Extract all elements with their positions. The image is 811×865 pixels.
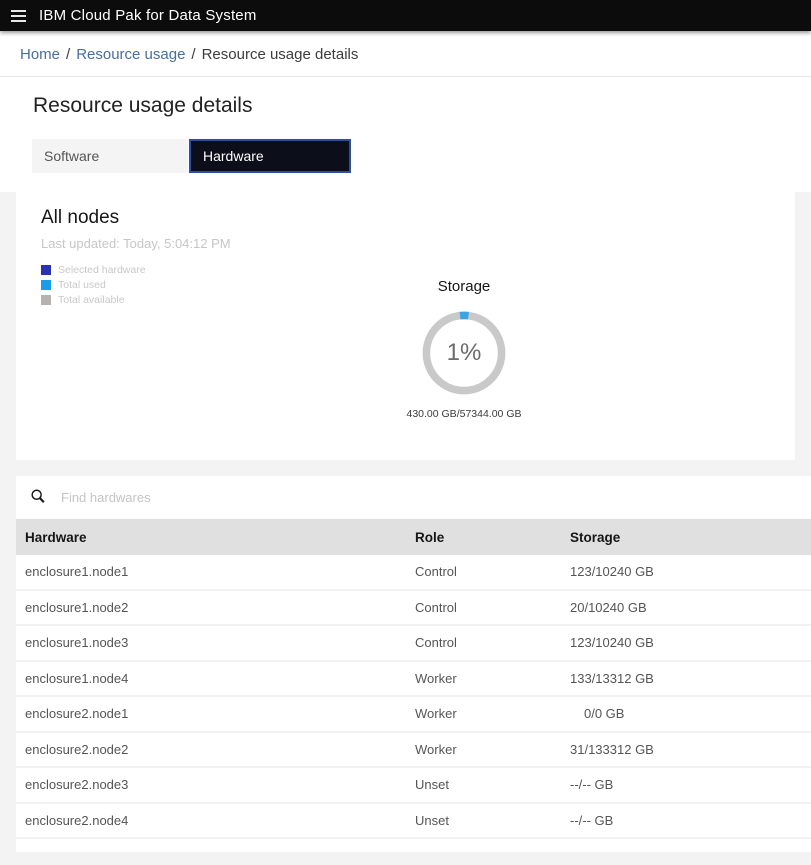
column-header-storage[interactable]: Storage <box>570 530 811 545</box>
role-cell: Worker <box>415 706 457 722</box>
table-row[interactable]: enclosure1.node4 Worker 133/13312 GB <box>16 661 811 697</box>
table-row[interactable]: enclosure1.node3 Control 123/10240 GB <box>16 626 811 662</box>
storage-cell: 31/133312 GB <box>570 741 654 757</box>
table-row[interactable]: enclosure1.node2 Control 20/10240 GB <box>16 590 811 626</box>
table-row[interactable]: enclosure2.node4 Unset --/-- GB <box>16 803 811 839</box>
all-nodes-card: All nodes Last updated: Today, 5:04:12 P… <box>16 192 795 460</box>
legend-item-selected-hardware: Selected hardware <box>41 264 795 276</box>
storage-cell: 123/10240 GB <box>570 564 654 580</box>
legend-label: Total available <box>58 294 125 306</box>
column-header-role[interactable]: Role <box>415 530 570 545</box>
app-title: IBM Cloud Pak for Data System <box>39 7 257 24</box>
table-header: Hardware Role Storage <box>16 519 811 555</box>
role-cell: Control <box>415 599 457 615</box>
chart-title: Storage <box>437 278 491 295</box>
donut-ring: 1% <box>416 305 512 401</box>
legend-label: Total used <box>58 279 106 291</box>
breadcrumb: Home / Resource usage / Resource usage detai… <box>0 31 811 77</box>
app-bar: IBM Cloud Pak for Data System <box>0 0 811 31</box>
hardware-cell: enclosure1.node1 <box>25 564 129 580</box>
legend-label: Selected hardware <box>58 264 146 276</box>
role-cell: Worker <box>415 670 457 686</box>
card-title: All nodes <box>41 207 120 228</box>
table-row[interactable]: enclosure2.node1 Worker 0/0 GB <box>16 697 811 733</box>
table-row[interactable]: enclosure1.node1 Control 123/10240 GB <box>16 555 811 591</box>
legend-swatch-selected-hardware <box>41 265 51 275</box>
content-section: All nodes Last updated: Today, 5:04:12 P… <box>0 192 811 865</box>
search-bar <box>16 476 811 519</box>
tab-bar: Software Hardware <box>32 139 811 173</box>
breadcrumb-separator: / <box>66 46 71 63</box>
storage-donut-chart: Storage 1% 430.00 GB/57344.00 GB <box>379 278 549 420</box>
storage-cell: 133/13312 GB <box>570 670 654 686</box>
storage-cell: 20/10240 GB <box>570 599 647 615</box>
breadcrumb-home-link[interactable]: Home <box>20 46 60 63</box>
table-row[interactable]: enclosure2.node3 Unset --/-- GB <box>16 768 811 804</box>
role-cell: Worker <box>415 741 457 757</box>
hardware-cell: enclosure2.node1 <box>25 706 129 722</box>
column-header-hardware[interactable]: Hardware <box>25 530 415 545</box>
legend-swatch-total-available <box>41 295 51 305</box>
search-icon <box>31 489 45 503</box>
page-title: Resource usage details <box>33 94 253 117</box>
hardware-cell: enclosure1.node2 <box>25 599 129 615</box>
donut-percent-label: 1% <box>446 339 482 366</box>
breadcrumb-current-page: Resource usage details <box>201 46 359 63</box>
storage-cell: 123/10240 GB <box>570 635 654 651</box>
role-cell: Control <box>415 635 457 651</box>
role-cell: Control <box>415 564 457 580</box>
hardware-cell: enclosure2.node2 <box>25 741 129 757</box>
menu-icon[interactable] <box>11 9 26 22</box>
last-updated-text: Last updated: Today, 5:04:12 PM <box>41 236 231 251</box>
breadcrumb-resource-usage-link[interactable]: Resource usage <box>76 46 185 63</box>
storage-cell: --/-- GB <box>570 812 614 828</box>
breadcrumb-separator: / <box>191 46 196 63</box>
role-cell: Unset <box>415 812 449 828</box>
tab-software[interactable]: Software <box>32 139 188 173</box>
search-input[interactable] <box>61 489 811 505</box>
legend-swatch-total-used <box>41 280 51 290</box>
storage-usage-caption: 430.00 GB/57344.00 GB <box>406 408 522 420</box>
storage-cell: --/-- GB <box>570 777 614 793</box>
role-cell: Unset <box>415 777 449 793</box>
hardware-listing: Hardware Role Storage enclosure1.node1 C… <box>16 476 811 852</box>
storage-cell: 0/0 GB <box>584 706 625 722</box>
table-row[interactable]: enclosure2.node2 Worker 31/133312 GB <box>16 732 811 768</box>
hardware-cell: enclosure2.node4 <box>25 812 129 828</box>
hardware-cell: enclosure2.node3 <box>25 777 129 793</box>
hardware-cell: enclosure1.node3 <box>25 635 129 651</box>
hardware-cell: enclosure1.node4 <box>25 670 129 686</box>
tab-hardware[interactable]: Hardware <box>189 139 351 173</box>
